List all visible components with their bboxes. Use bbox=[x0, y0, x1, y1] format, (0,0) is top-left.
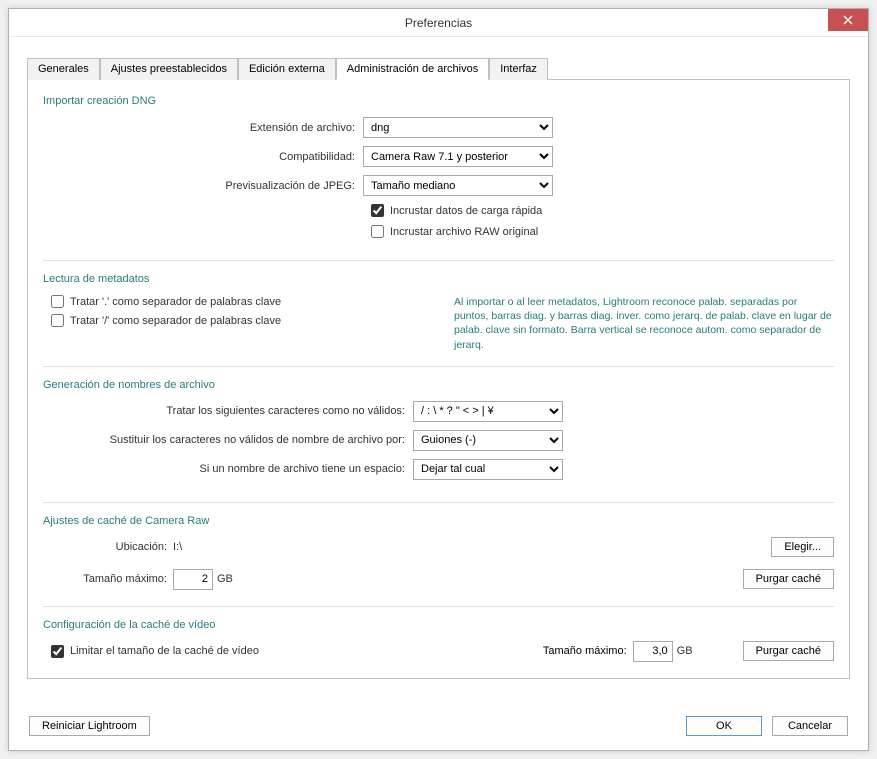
group-fname-label: Generación de nombres de archivo bbox=[43, 379, 834, 391]
close-icon bbox=[843, 15, 853, 25]
preferences-window: Preferencias Generales Ajustes preestabl… bbox=[8, 8, 869, 751]
dot-checkbox[interactable] bbox=[51, 295, 64, 308]
window-title: Preferencias bbox=[405, 16, 472, 30]
group-cache-label: Ajustes de caché de Camera Raw bbox=[43, 515, 834, 527]
rawincl-checkbox[interactable] bbox=[371, 225, 384, 238]
slash-label: Tratar '/' como separador de palabras cl… bbox=[70, 315, 281, 327]
compat-label: Compatibilidad: bbox=[43, 151, 363, 163]
space-label: Si un nombre de archivo tiene un espacio… bbox=[43, 463, 413, 475]
fastload-checkbox[interactable] bbox=[371, 204, 384, 217]
fastload-label: Incrustar datos de carga rápida bbox=[390, 205, 542, 217]
purge-cache-button[interactable]: Purgar caché bbox=[743, 569, 834, 589]
panel-archivos: Importar creación DNG Extensión de archi… bbox=[27, 80, 850, 679]
content-area: Generales Ajustes preestablecidos Edició… bbox=[9, 37, 868, 679]
video-max-input[interactable] bbox=[633, 641, 673, 662]
choose-button[interactable]: Elegir... bbox=[771, 537, 834, 557]
video-limit-label: Limitar el tamaño de la caché de vídeo bbox=[70, 645, 259, 657]
close-button[interactable] bbox=[828, 9, 868, 31]
group-cache: Ajustes de caché de Camera Raw Ubicación… bbox=[43, 515, 834, 607]
group-meta-label: Lectura de metadatos bbox=[43, 273, 834, 285]
group-dng: Importar creación DNG Extensión de archi… bbox=[43, 95, 834, 261]
cache-max-label: Tamaño máximo: bbox=[43, 573, 173, 585]
group-video-label: Configuración de la caché de vídeo bbox=[43, 619, 834, 631]
group-meta: Lectura de metadatos Tratar '.' como sep… bbox=[43, 273, 834, 367]
tab-bar: Generales Ajustes preestablecidos Edició… bbox=[27, 57, 850, 80]
slash-checkbox[interactable] bbox=[51, 314, 64, 327]
cache-loc-value: I:\ bbox=[173, 541, 771, 553]
space-select[interactable]: Dejar tal cual bbox=[413, 459, 563, 480]
illegal-label: Tratar los siguientes caracteres como no… bbox=[43, 405, 413, 417]
ok-button[interactable]: OK bbox=[686, 716, 762, 736]
video-limit-checkbox[interactable] bbox=[51, 645, 64, 658]
tab-generales[interactable]: Generales bbox=[27, 58, 100, 80]
cache-unit: GB bbox=[217, 573, 233, 585]
jpeg-select[interactable]: Tamaño mediano bbox=[363, 175, 553, 196]
tab-interfaz[interactable]: Interfaz bbox=[489, 58, 548, 80]
meta-help-text: Al importar o al leer metadatos, Lightro… bbox=[454, 295, 834, 352]
purge-video-button[interactable]: Purgar caché bbox=[743, 641, 834, 661]
replace-select[interactable]: Guiones (-) bbox=[413, 430, 563, 451]
replace-label: Sustituir los caracteres no válidos de n… bbox=[43, 434, 413, 446]
title-bar: Preferencias bbox=[9, 9, 868, 37]
video-unit: GB bbox=[677, 645, 693, 657]
illegal-select[interactable]: / : \ * ? " < > | ¥ bbox=[413, 401, 563, 422]
ext-label: Extensión de archivo: bbox=[43, 122, 363, 134]
group-dng-label: Importar creación DNG bbox=[43, 95, 834, 107]
tab-ajustes[interactable]: Ajustes preestablecidos bbox=[100, 58, 238, 80]
compat-select[interactable]: Camera Raw 7.1 y posterior bbox=[363, 146, 553, 167]
cache-loc-label: Ubicación: bbox=[43, 541, 173, 553]
tab-archivos[interactable]: Administración de archivos bbox=[336, 58, 489, 80]
jpeg-label: Previsualización de JPEG: bbox=[43, 180, 363, 192]
video-max-label: Tamaño máximo: bbox=[543, 645, 627, 657]
dot-label: Tratar '.' como separador de palabras cl… bbox=[70, 296, 281, 308]
tab-edicion[interactable]: Edición externa bbox=[238, 58, 336, 80]
ext-select[interactable]: dng bbox=[363, 117, 553, 138]
cancel-button[interactable]: Cancelar bbox=[772, 716, 848, 736]
restart-button[interactable]: Reiniciar Lightroom bbox=[29, 716, 150, 736]
group-video: Configuración de la caché de vídeo Limit… bbox=[43, 619, 834, 666]
footer: Reiniciar Lightroom OK Cancelar bbox=[29, 716, 848, 736]
cache-max-input[interactable] bbox=[173, 569, 213, 590]
rawincl-label: Incrustar archivo RAW original bbox=[390, 226, 538, 238]
group-fname: Generación de nombres de archivo Tratar … bbox=[43, 379, 834, 503]
